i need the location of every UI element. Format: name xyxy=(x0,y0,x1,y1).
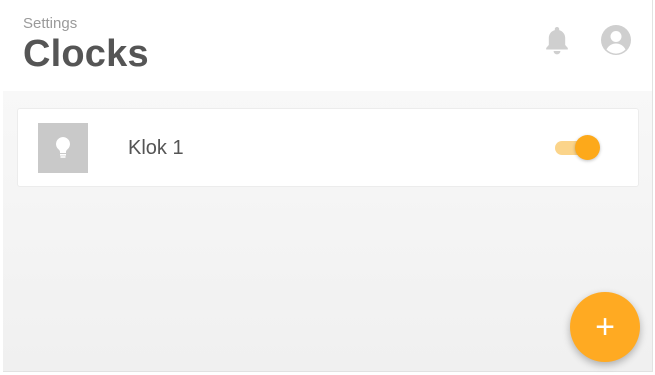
notifications-button[interactable] xyxy=(541,22,573,58)
bell-icon xyxy=(546,27,568,55)
page-title: Clocks xyxy=(23,33,149,75)
breadcrumb[interactable]: Settings xyxy=(23,15,77,32)
clock-name: Klok 1 xyxy=(128,137,184,159)
user-account-icon xyxy=(601,25,631,55)
header: Settings Clocks xyxy=(3,0,652,91)
toggle-knob xyxy=(575,135,600,160)
add-icon: + xyxy=(595,307,615,346)
account-button[interactable] xyxy=(600,22,632,58)
clock-enabled-toggle[interactable] xyxy=(555,135,601,161)
clock-thumbnail xyxy=(38,123,88,173)
add-clock-button[interactable]: + xyxy=(570,292,640,362)
clock-list-item[interactable]: Klok 1 xyxy=(17,108,639,187)
lightbulb-icon xyxy=(56,137,70,158)
app-window: Settings Clocks Klok 1 + xyxy=(3,0,653,372)
